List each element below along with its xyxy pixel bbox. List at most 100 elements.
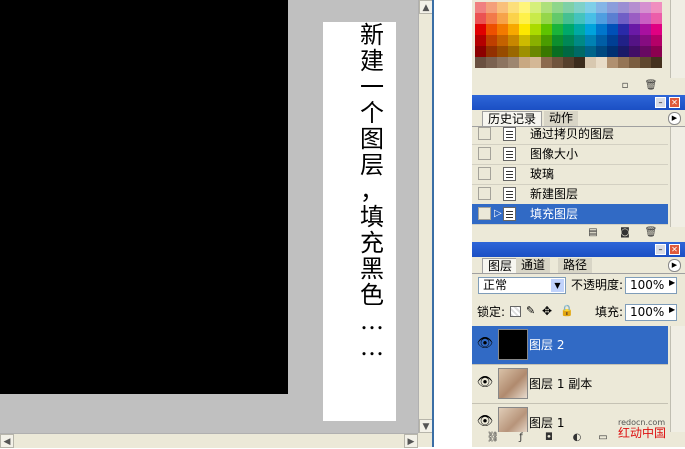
color-swatch[interactable] — [497, 46, 508, 57]
color-swatch[interactable] — [651, 13, 662, 24]
color-swatch[interactable] — [596, 35, 607, 46]
snapshot-checkbox[interactable] — [478, 167, 491, 180]
add-mask-icon[interactable]: ◘ — [542, 432, 556, 444]
layers-scrollbar[interactable] — [670, 326, 685, 432]
tab-channels[interactable]: 通道 — [516, 258, 551, 273]
color-swatch[interactable] — [541, 35, 552, 46]
color-swatch[interactable] — [574, 46, 585, 57]
trash-icon[interactable]: 🗑 — [644, 227, 658, 239]
color-swatch[interactable] — [618, 57, 629, 68]
color-swatch[interactable] — [497, 24, 508, 35]
color-swatch[interactable] — [552, 46, 563, 57]
color-swatch[interactable] — [530, 35, 541, 46]
black-filled-layer[interactable] — [0, 0, 288, 394]
color-swatch[interactable] — [574, 35, 585, 46]
snapshot-checkbox[interactable] — [478, 147, 491, 160]
color-swatch[interactable] — [651, 24, 662, 35]
color-swatch[interactable] — [618, 13, 629, 24]
color-swatch[interactable] — [607, 57, 618, 68]
color-swatch[interactable] — [651, 46, 662, 57]
color-swatch[interactable] — [607, 2, 618, 13]
color-swatch[interactable] — [618, 46, 629, 57]
lock-all-padlock-icon[interactable]: 🔒 — [560, 304, 574, 317]
close-icon[interactable]: ✕ — [669, 244, 680, 255]
color-swatch[interactable] — [519, 35, 530, 46]
new-group-folder-icon[interactable]: ▭ — [596, 432, 610, 444]
color-swatch[interactable] — [563, 35, 574, 46]
canvas-area[interactable]: 新建一个图层，填充黑色…… — [0, 0, 432, 447]
color-swatch[interactable] — [640, 2, 651, 13]
color-swatch[interactable] — [475, 35, 486, 46]
color-swatch[interactable] — [651, 57, 662, 68]
color-swatch[interactable] — [519, 46, 530, 57]
color-swatch[interactable] — [640, 13, 651, 24]
color-swatch[interactable] — [618, 24, 629, 35]
minimize-icon[interactable]: – — [655, 97, 666, 108]
color-swatch[interactable] — [497, 2, 508, 13]
lock-position-move-icon[interactable]: ✥ — [542, 304, 552, 318]
color-swatch[interactable] — [640, 57, 651, 68]
color-swatch[interactable] — [563, 24, 574, 35]
new-document-from-state-icon[interactable]: ▤ — [586, 227, 600, 239]
color-swatch[interactable] — [486, 2, 497, 13]
color-swatch[interactable] — [585, 46, 596, 57]
link-layers-icon[interactable]: ⛓ — [486, 432, 500, 444]
color-swatch[interactable] — [508, 35, 519, 46]
color-swatch[interactable] — [519, 2, 530, 13]
eye-visibility-icon[interactable]: 👁 — [476, 335, 494, 353]
eye-visibility-icon[interactable]: 👁 — [476, 413, 494, 431]
tab-actions[interactable]: 动作 — [544, 111, 579, 126]
new-swatch-icon[interactable]: ▫ — [618, 80, 632, 92]
color-swatch[interactable] — [629, 13, 640, 24]
swatches-scrollbar[interactable] — [670, 0, 685, 78]
color-swatch[interactable] — [475, 2, 486, 13]
color-swatch[interactable] — [475, 13, 486, 24]
scroll-up-arrow-icon[interactable]: ▲ — [419, 0, 433, 14]
color-swatch[interactable] — [596, 46, 607, 57]
color-swatch[interactable] — [486, 46, 497, 57]
history-item[interactable]: 图像大小 — [472, 144, 668, 165]
color-swatch[interactable] — [563, 46, 574, 57]
color-swatch[interactable] — [497, 13, 508, 24]
color-swatch[interactable] — [629, 57, 640, 68]
color-swatch[interactable] — [585, 13, 596, 24]
color-swatch[interactable] — [618, 35, 629, 46]
color-swatch[interactable] — [596, 2, 607, 13]
color-swatch[interactable] — [596, 57, 607, 68]
scroll-left-arrow-icon[interactable]: ◀ — [0, 434, 14, 448]
layer-row[interactable]: 👁 图层 1 副本 — [472, 365, 668, 404]
close-icon[interactable]: ✕ — [669, 97, 680, 108]
color-swatch[interactable] — [607, 24, 618, 35]
canvas-vertical-scrollbar[interactable]: ▲ ▼ — [418, 0, 433, 433]
color-swatch[interactable] — [552, 2, 563, 13]
color-swatch[interactable] — [640, 35, 651, 46]
color-swatch[interactable] — [640, 46, 651, 57]
tab-paths[interactable]: 路径 — [558, 258, 593, 273]
trash-icon[interactable]: 🗑 — [644, 80, 658, 92]
panel-menu-icon[interactable]: ▶ — [668, 112, 681, 125]
color-swatch[interactable] — [552, 57, 563, 68]
swatch-grid[interactable] — [475, 2, 667, 77]
color-swatch[interactable] — [585, 2, 596, 13]
color-swatch[interactable] — [552, 24, 563, 35]
color-swatch[interactable] — [508, 57, 519, 68]
snapshot-checkbox[interactable] — [478, 207, 491, 220]
color-swatch[interactable] — [508, 13, 519, 24]
color-swatch[interactable] — [574, 2, 585, 13]
color-swatch[interactable] — [596, 24, 607, 35]
minimize-icon[interactable]: – — [655, 244, 666, 255]
color-swatch[interactable] — [486, 24, 497, 35]
fill-slider-arrow-icon[interactable]: ▶ — [669, 305, 675, 314]
canvas-horizontal-scrollbar[interactable]: ◀ ▶ — [0, 433, 418, 448]
history-item[interactable]: 玻璃 — [472, 164, 668, 185]
color-swatch[interactable] — [629, 35, 640, 46]
eye-visibility-icon[interactable]: 👁 — [476, 374, 494, 392]
opacity-slider-arrow-icon[interactable]: ▶ — [669, 278, 675, 287]
color-swatch[interactable] — [541, 2, 552, 13]
color-swatch[interactable] — [475, 46, 486, 57]
color-swatch[interactable] — [585, 35, 596, 46]
color-swatch[interactable] — [508, 2, 519, 13]
color-swatch[interactable] — [574, 57, 585, 68]
color-swatch[interactable] — [486, 35, 497, 46]
adjustment-layer-icon[interactable]: ◐ — [570, 432, 584, 444]
